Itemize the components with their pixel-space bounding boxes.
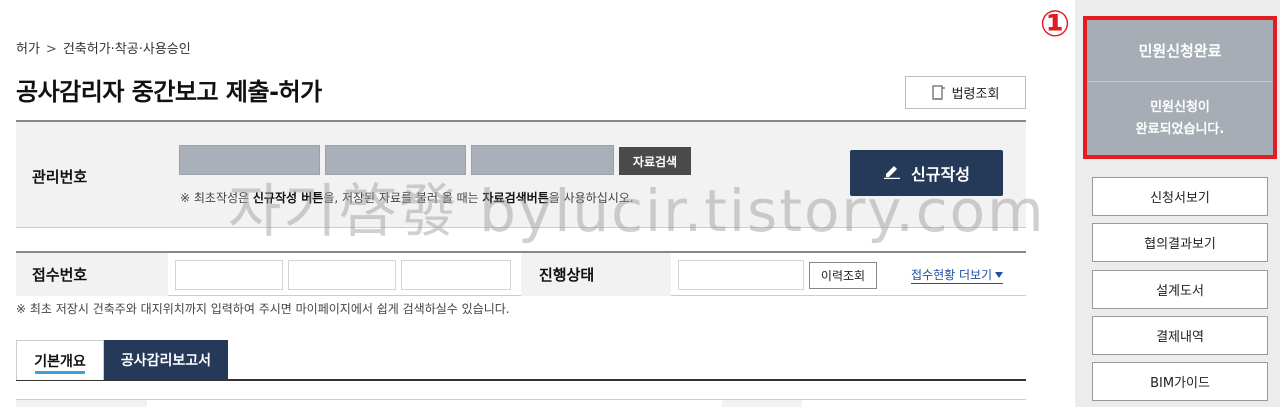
book-icon [931, 84, 946, 101]
receipt-number-row: 접수번호 진행상태 이력조회 접수현황 더보기 [16, 251, 1026, 296]
table-header-cell [16, 400, 147, 407]
tab-basic-overview-label: 기본개요 [34, 353, 86, 370]
progress-status-label: 진행상태 [521, 253, 671, 296]
main-content: 허가 > 건축허가·착공·사용승인 공사감리자 중간보고 제출-허가 법령조회 관리… [0, 0, 1060, 407]
design-documents-button[interactable]: 설계도서 [1092, 270, 1268, 309]
table-header-row [16, 399, 1026, 407]
management-number-field-2[interactable] [325, 145, 466, 175]
receipt-number-field-1[interactable] [175, 260, 283, 290]
application-status-box: 민원신청완료 민원신청이 완료되었습니다. [1083, 16, 1277, 159]
pencil-icon [883, 163, 901, 183]
receipt-number-label: 접수번호 [16, 253, 168, 296]
tab-supervision-report[interactable]: 공사감리보고서 [104, 340, 228, 380]
history-button[interactable]: 이력조회 [809, 262, 877, 289]
data-search-button[interactable]: 자료검색 [619, 147, 691, 175]
status-message: 민원신청이 완료되었습니다. [1087, 82, 1273, 155]
management-note: ※ 최초작성은 신규작성 버튼을, 저장된 자료를 불러 올 때는 자료검색버튼… [180, 191, 634, 205]
receipt-status-more-link[interactable]: 접수현황 더보기 [911, 266, 1004, 284]
tab-bar: 기본개요 공사감리보고서 [16, 340, 1026, 381]
management-number-label: 관리번호 [32, 168, 88, 186]
law-search-button[interactable]: 법령조회 [905, 76, 1026, 109]
receipt-status-more-label: 접수현황 더보기 [911, 268, 993, 282]
receipt-note: ※ 최초 저장시 건축주와 대지위치까지 입력하여 주시면 마이페이지에서 쉽게… [16, 302, 510, 316]
management-number-field-1[interactable] [179, 145, 320, 175]
active-tab-indicator [35, 371, 85, 374]
caret-down-icon [995, 271, 1004, 278]
page-title: 공사감리자 중간보고 제출-허가 [16, 78, 322, 106]
progress-status-field[interactable] [678, 260, 804, 290]
view-consultation-result-button[interactable]: 협의결과보기 [1092, 223, 1268, 262]
tab-basic-overview[interactable]: 기본개요 [16, 340, 104, 380]
bim-guide-button[interactable]: BIM가이드 [1092, 362, 1268, 401]
new-create-button[interactable]: 신규작성 [850, 150, 1003, 196]
view-application-button[interactable]: 신청서보기 [1092, 177, 1268, 216]
status-message-line1: 민원신청이 [1150, 99, 1210, 115]
breadcrumb-separator: > [45, 42, 57, 57]
breadcrumb: 허가 > 건축허가·착공·사용승인 [16, 38, 191, 57]
breadcrumb-current[interactable]: 건축허가·착공·사용승인 [63, 42, 191, 57]
receipt-number-field-2[interactable] [288, 260, 396, 290]
status-title: 민원신청완료 [1087, 20, 1273, 82]
law-search-label: 법령조회 [951, 87, 1000, 102]
new-create-label: 신규작성 [911, 165, 970, 184]
breadcrumb-home[interactable]: 허가 [16, 42, 40, 57]
payment-history-button[interactable]: 결제내역 [1092, 316, 1268, 355]
table-header-cell [722, 400, 802, 407]
status-message-line2: 완료되었습니다. [1135, 121, 1225, 137]
receipt-number-field-3[interactable] [401, 260, 511, 290]
management-number-panel: 관리번호 자료검색 ※ 최초작성은 신규작성 버튼을, 저장된 자료를 불러 올… [16, 120, 1026, 228]
annotation-marker: ① [1039, 4, 1071, 45]
management-number-field-3[interactable] [471, 145, 614, 175]
